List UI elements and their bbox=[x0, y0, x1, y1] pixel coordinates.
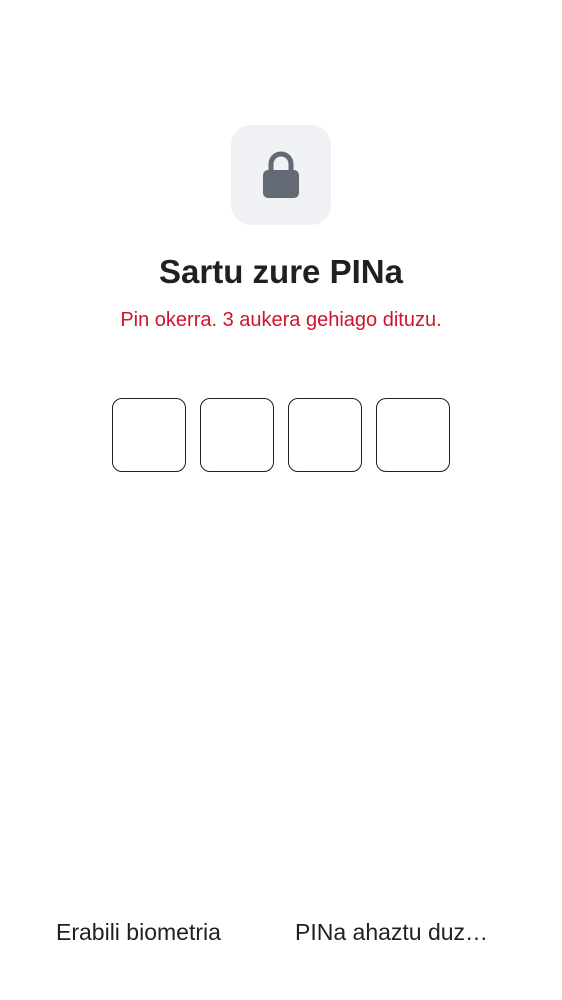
pin-digit-3[interactable] bbox=[288, 398, 362, 472]
forgot-pin-button[interactable]: PINa ahaztu duz… bbox=[295, 910, 505, 954]
use-biometrics-button[interactable]: Erabili biometria bbox=[56, 910, 256, 954]
pin-input-row bbox=[112, 398, 450, 473]
lock-icon bbox=[262, 151, 300, 199]
pin-digit-2[interactable] bbox=[200, 398, 274, 472]
page-title: Sartu zure PINa bbox=[159, 253, 403, 290]
pin-digit-4[interactable] bbox=[376, 398, 450, 472]
pin-digit-1[interactable] bbox=[112, 398, 186, 472]
error-message: Pin okerra. 3 aukera gehiago dituzu. bbox=[120, 309, 442, 331]
lock-icon-tile bbox=[231, 125, 331, 225]
